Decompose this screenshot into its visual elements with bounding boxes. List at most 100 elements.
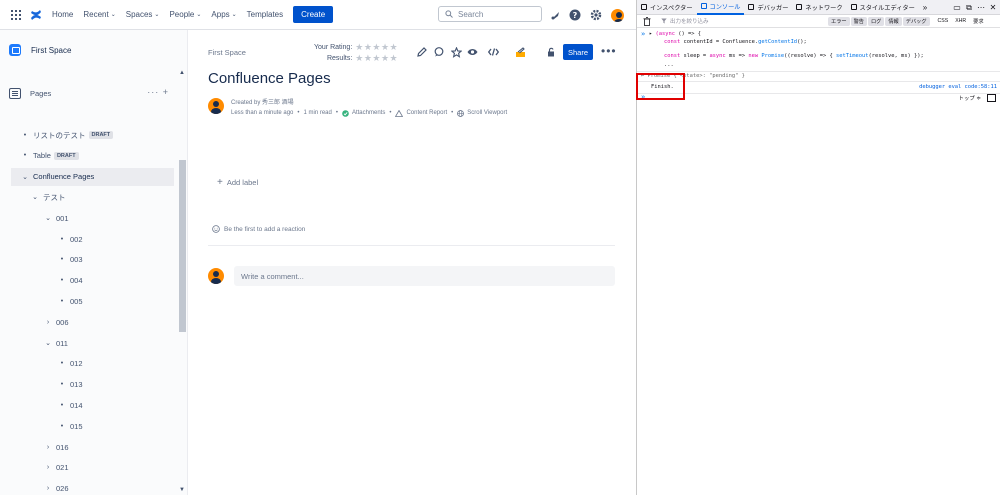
watch-eye-icon[interactable] [466, 46, 478, 58]
chevron-right-icon[interactable]: › [43, 319, 53, 326]
embed-code-icon[interactable] [487, 46, 499, 58]
sidebar-tree-item[interactable]: • 013 [57, 376, 83, 394]
devtools-tab-debugger[interactable]: デバッガー [744, 0, 792, 15]
sidebar-tree-item[interactable]: › 026 [43, 480, 69, 495]
add-label-button[interactable]: + Add label [217, 177, 258, 188]
content-report-link[interactable]: Content Report [395, 108, 447, 118]
nav-apps[interactable]: Apps ⌄ [211, 10, 236, 19]
bullet-icon: • [60, 401, 64, 409]
nav-people[interactable]: People ⌄ [169, 10, 201, 19]
chevron-right-icon[interactable]: › [43, 464, 53, 471]
edit-pencil-icon[interactable] [416, 46, 428, 58]
devtools-tab-style-editor[interactable]: スタイルエディター [847, 0, 919, 15]
sidebar-tree-item[interactable]: ⌄ 001 [43, 209, 68, 227]
console-filter-level[interactable]: ログ [867, 17, 885, 26]
devtools-overflow-icon[interactable]: » [919, 0, 931, 15]
sidebar-tree-label: 014 [70, 400, 83, 410]
sidebar-tree-item[interactable]: › 021 [43, 459, 69, 477]
author-avatar[interactable] [208, 98, 224, 114]
highlight-annotation [636, 73, 685, 100]
sidebar-tree-item[interactable]: • 014 [57, 396, 83, 414]
clear-console-trash-icon[interactable] [642, 16, 652, 26]
devtools-tab-network[interactable]: ネットワーク [792, 0, 846, 15]
nav-spaces[interactable]: Spaces ⌄ [126, 10, 160, 19]
devtools-tab-inspector[interactable]: インスペクター [637, 0, 697, 15]
chevron-down-icon[interactable]: ⌄ [43, 339, 53, 347]
console-filter-level[interactable]: 警告 [850, 17, 867, 26]
sidebar-tree-item[interactable]: ⌄ Confluence Pages [11, 167, 174, 186]
sidebar-tree-item[interactable]: • 003 [57, 251, 83, 269]
comment-input[interactable]: Write a comment... [234, 266, 615, 286]
sidebar-scrollbar[interactable]: ▲ ▼ [177, 70, 187, 495]
console-filter-input[interactable]: 出力を絞り込み [661, 17, 709, 25]
chevron-down-icon[interactable]: ⌄ [20, 173, 30, 181]
sidebar-tree-item[interactable]: ⌄ テスト [30, 188, 65, 206]
dock-options-icon[interactable]: ⧉ [963, 2, 975, 13]
sidebar-tree-item[interactable]: • 005 [57, 292, 83, 310]
console-filter-level[interactable]: エラー [828, 17, 850, 26]
console-filter-extra[interactable]: 要求 [970, 17, 986, 26]
create-button[interactable]: Create [293, 6, 334, 23]
console-filter-level[interactable]: デバッグ [902, 17, 930, 26]
confluence-logo-icon[interactable] [30, 9, 42, 21]
comments-icon[interactable] [433, 46, 445, 58]
console-code-line: const sleep = async ms => new Promise((r… [663, 53, 924, 59]
pages-section-header[interactable]: Pages ··· + [9, 87, 169, 99]
chevron-right-icon[interactable]: › [43, 485, 53, 492]
context-selector[interactable]: トップ ≑ [958, 94, 996, 102]
nav-templates[interactable]: Templates [247, 10, 283, 19]
sidebar-tree-item[interactable]: • 015 [57, 417, 83, 435]
notifications-icon[interactable] [548, 8, 562, 22]
results-stars: ★★★★★ [355, 53, 399, 63]
responsive-design-icon[interactable]: ▭ [951, 2, 963, 13]
console-filter-extra[interactable]: XHR [952, 17, 969, 26]
sidebar-tree-item[interactable]: • 004 [57, 272, 83, 290]
scroll-up-icon[interactable]: ▲ [179, 70, 185, 76]
console-filter-level[interactable]: 情報 [885, 17, 902, 26]
share-button[interactable]: Share [563, 44, 593, 60]
created-by[interactable]: Created by 秀三郎 酒場 [231, 98, 507, 108]
app-switcher-icon[interactable] [11, 9, 21, 20]
your-rating-label: Your Rating: [314, 44, 353, 51]
user-avatar[interactable] [610, 8, 624, 22]
sidebar-tree-label: 005 [70, 296, 83, 306]
help-icon[interactable]: ? [568, 8, 582, 22]
breadcrumb[interactable]: First Space [208, 48, 246, 57]
attachments-link[interactable]: Attachments [342, 108, 385, 118]
read-time: 1 min read [303, 110, 332, 116]
network-icon [796, 4, 803, 10]
devtools-tab-console[interactable]: コンソール [696, 0, 745, 15]
sidebar-tree-item[interactable]: • 002 [57, 230, 83, 248]
chevron-down-icon[interactable]: ⌄ [43, 214, 53, 222]
sidebar-tree-item[interactable]: ⌄ 011 [43, 334, 68, 352]
space-header[interactable]: First Space [9, 44, 71, 56]
more-actions-button[interactable]: ••• [601, 44, 617, 58]
sidebar-tree-item[interactable]: • Table DRAFT [20, 147, 79, 165]
scroll-down-icon[interactable]: ▼ [179, 487, 185, 493]
sidebar-tree-item[interactable]: • 012 [57, 355, 83, 373]
star-favorite-icon[interactable] [450, 46, 462, 58]
time-ago[interactable]: Less than a minute ago [231, 108, 293, 118]
devtools-menu-icon[interactable]: ⋯ [975, 2, 987, 13]
nav-home[interactable]: Home [52, 10, 73, 19]
sidebar-tree-item[interactable]: › 016 [43, 438, 69, 456]
scrollbar-thumb[interactable] [179, 160, 186, 332]
close-devtools-icon[interactable]: ✕ [987, 2, 999, 13]
your-rating-stars[interactable]: ★★★★★ [355, 42, 398, 53]
log-source-link[interactable]: debugger eval code:58:11 [919, 84, 997, 90]
sidebar-tree-item[interactable]: • リストのテスト DRAFT [20, 126, 114, 144]
sidebar-tree-item[interactable]: › 006 [43, 313, 69, 331]
add-reaction-button[interactable]: Be the first to add a reaction [212, 225, 305, 233]
chevron-right-icon[interactable]: › [43, 444, 53, 451]
search-input[interactable]: Search [438, 6, 542, 22]
console-filter-extra[interactable]: CSS [935, 17, 952, 26]
scroll-viewport-link[interactable]: Scroll Viewport [457, 108, 507, 118]
pages-actions[interactable]: ··· + [147, 87, 169, 97]
nav-recent[interactable]: Recent ⌄ [83, 10, 115, 19]
settings-gear-icon[interactable] [589, 8, 603, 22]
chevron-down-icon[interactable]: ⌄ [30, 193, 40, 201]
app-plugin-icon[interactable] [514, 46, 526, 58]
sidebar-toggle-icon[interactable] [987, 94, 996, 102]
restrictions-lock-icon[interactable] [545, 46, 557, 58]
warning-triangle-icon [395, 109, 404, 117]
